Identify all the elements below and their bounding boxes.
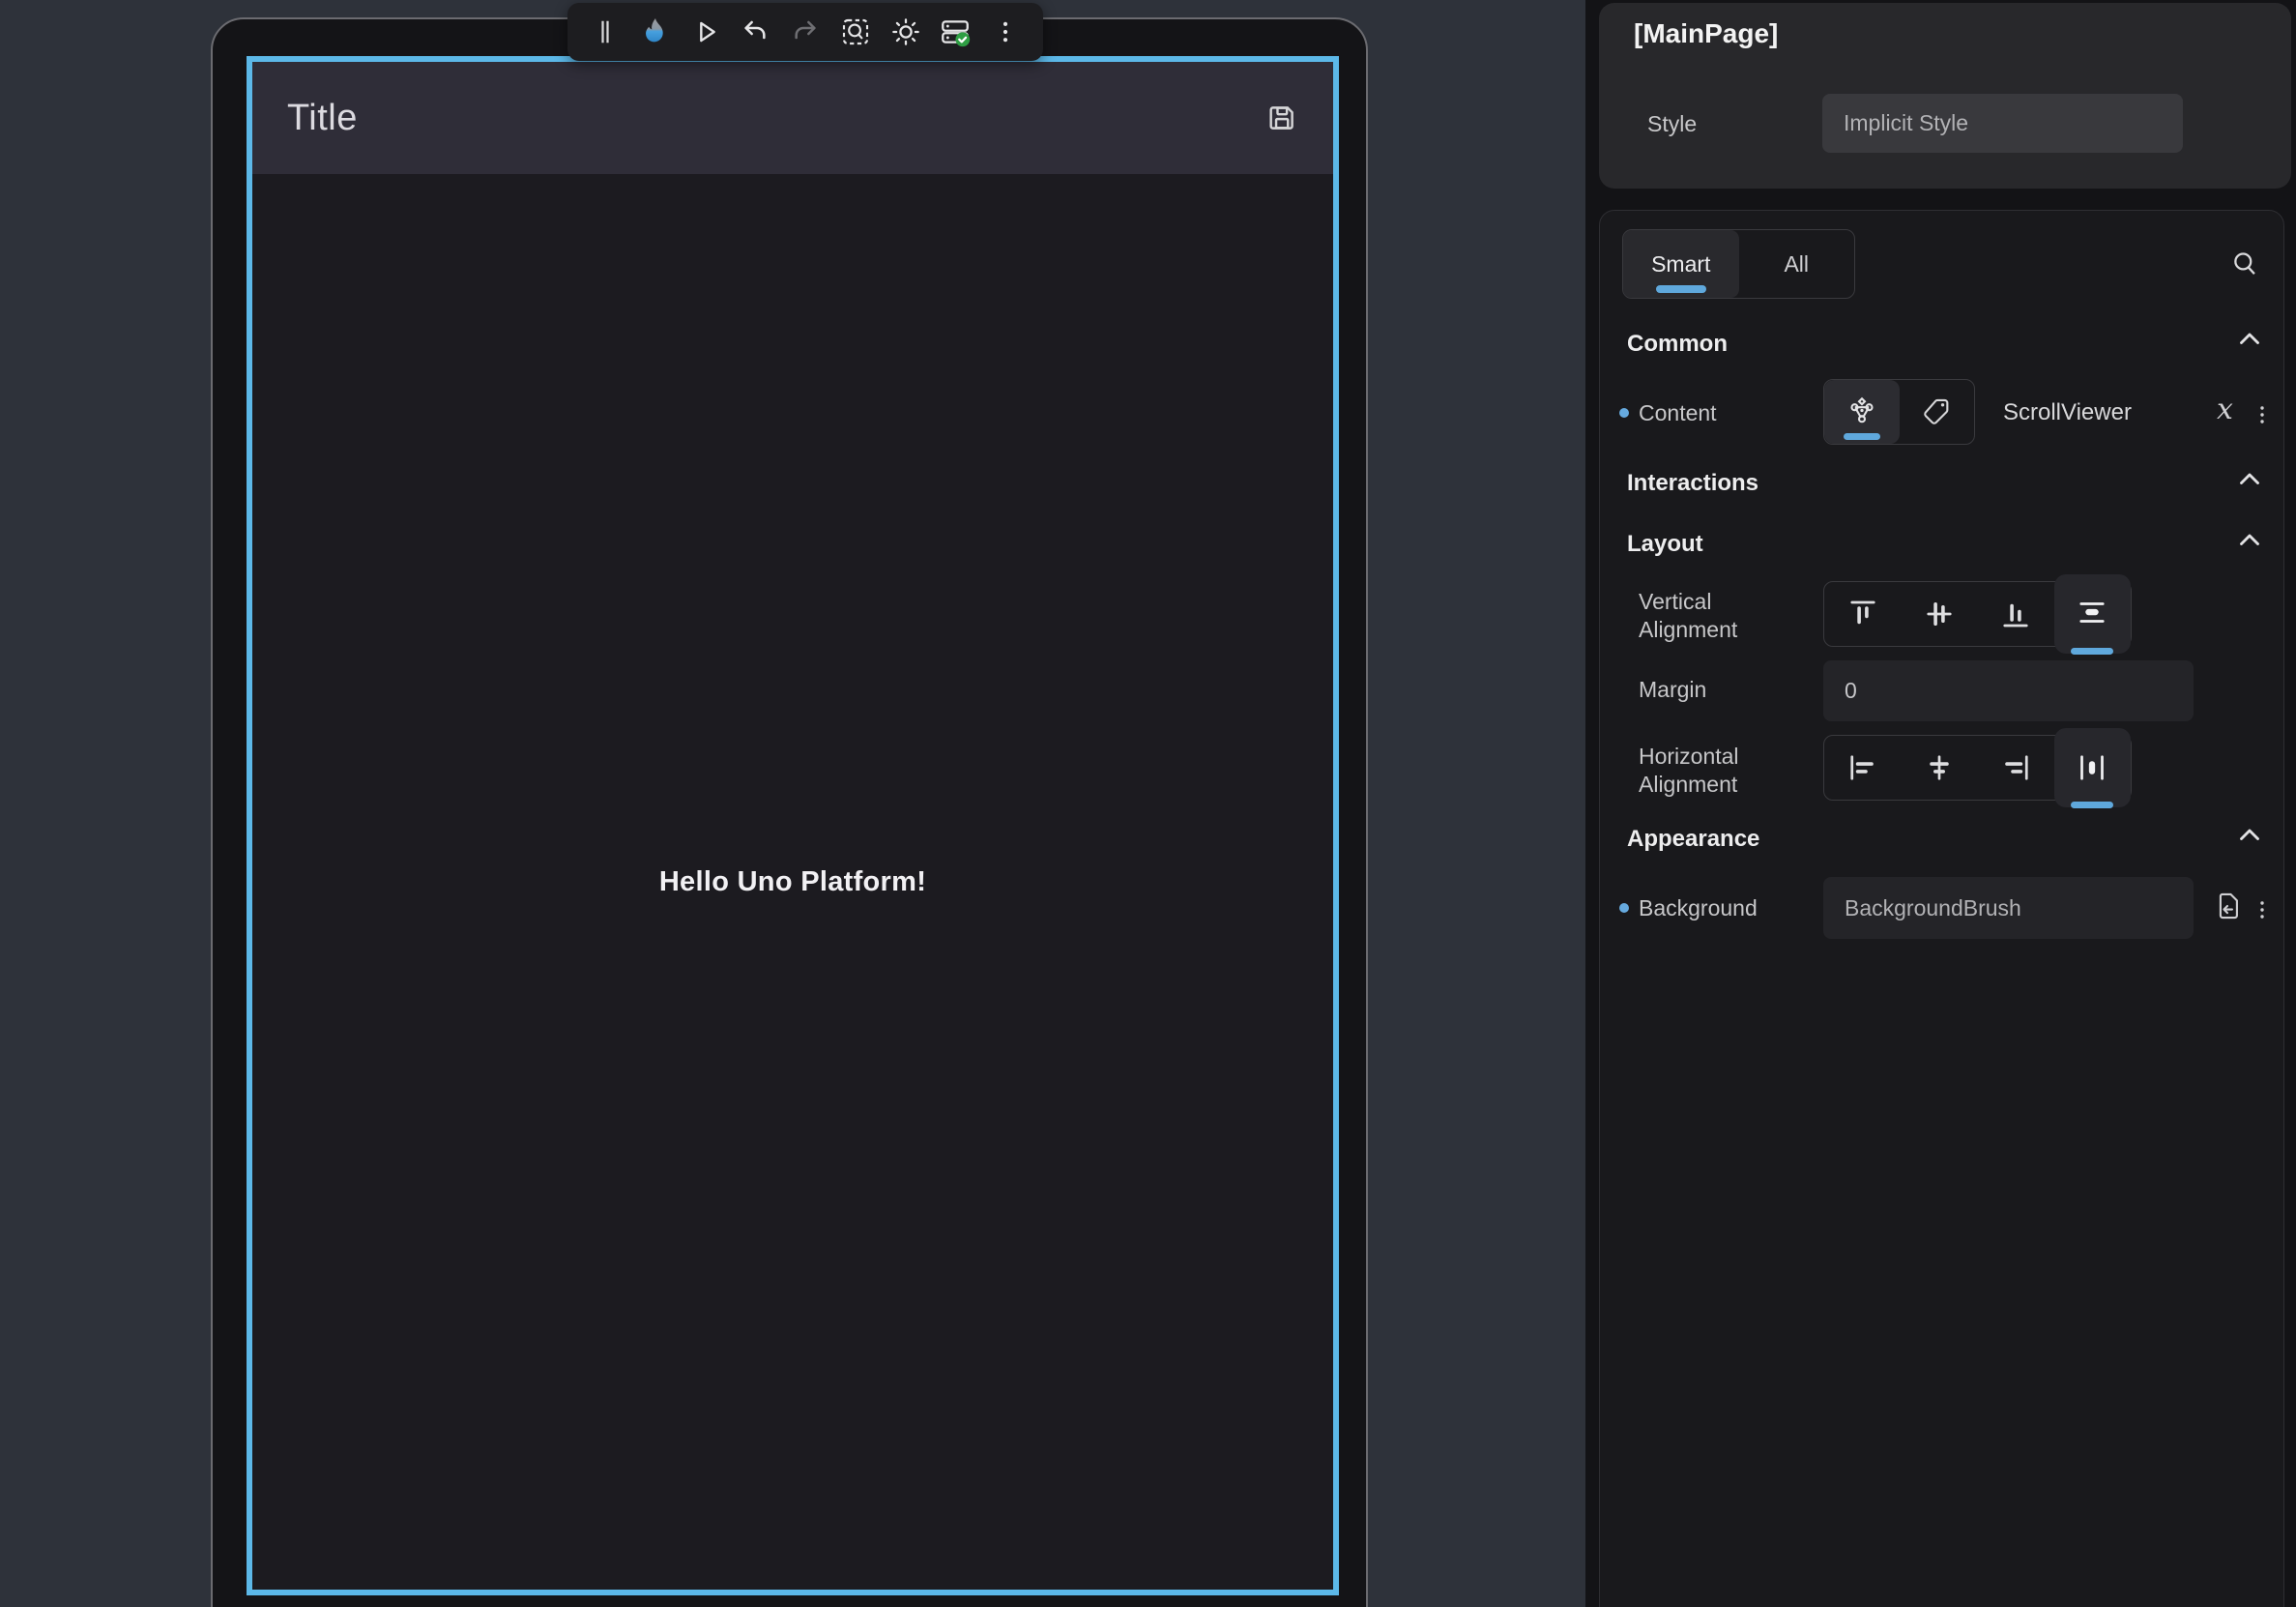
play-icon[interactable] bbox=[683, 10, 728, 54]
halign-left-button[interactable] bbox=[1824, 736, 1901, 800]
vertical-alignment-toggle bbox=[1823, 581, 2132, 647]
modified-dot bbox=[1619, 903, 1629, 913]
theme-sun-icon[interactable] bbox=[884, 10, 928, 54]
content-value[interactable]: ScrollViewer bbox=[2003, 399, 2132, 426]
horizontal-alignment-label: Horizontal Alignment bbox=[1639, 743, 1784, 799]
tab-selected-indicator bbox=[1656, 285, 1706, 293]
search-icon[interactable] bbox=[2228, 248, 2261, 280]
section-appearance[interactable]: Appearance bbox=[1627, 826, 1759, 853]
toggle-selected-indicator bbox=[2071, 802, 2113, 808]
app-titlebar[interactable]: Title bbox=[252, 62, 1333, 174]
halign-center-button[interactable] bbox=[1901, 736, 1977, 800]
tab-smart-label: Smart bbox=[1651, 251, 1710, 278]
more-options-icon[interactable] bbox=[983, 10, 1028, 54]
property-filter-tabs: Smart All bbox=[1622, 229, 1855, 299]
vertical-alignment-label: Vertical Alignment bbox=[1639, 588, 1784, 644]
undo-icon[interactable] bbox=[733, 10, 777, 54]
horizontal-alignment-toggle bbox=[1823, 735, 2132, 801]
selected-element-title: [MainPage] bbox=[1634, 18, 1778, 49]
margin-value: 0 bbox=[1845, 678, 1857, 704]
toggle-selected-indicator bbox=[1844, 433, 1880, 440]
save-icon[interactable] bbox=[1265, 102, 1298, 134]
background-input[interactable]: BackgroundBrush bbox=[1823, 877, 2194, 939]
content-binding-mode-button[interactable] bbox=[1824, 380, 1900, 444]
section-layout[interactable]: Layout bbox=[1627, 531, 1703, 558]
section-common[interactable]: Common bbox=[1627, 331, 1728, 358]
content-more-icon[interactable] bbox=[2246, 398, 2279, 431]
app-page-content[interactable]: Hello Uno Platform! bbox=[252, 174, 1333, 1590]
margin-input[interactable]: 0 bbox=[1823, 660, 2194, 721]
valign-center-button[interactable] bbox=[1901, 582, 1977, 646]
app-title-text: Title bbox=[287, 98, 358, 139]
style-value: Implicit Style bbox=[1844, 110, 1968, 136]
background-value: BackgroundBrush bbox=[1845, 895, 2021, 921]
hot-design-flame-icon[interactable] bbox=[633, 10, 678, 54]
hot-design-window: Title Hello Uno Platform! bbox=[0, 0, 2296, 1607]
properties-body: Smart All Common bbox=[1599, 210, 2284, 1607]
content-mode-toggle bbox=[1823, 379, 1975, 445]
valign-top-button[interactable] bbox=[1824, 582, 1901, 646]
chevron-up-icon[interactable] bbox=[2233, 524, 2266, 557]
margin-label: Margin bbox=[1639, 677, 1706, 703]
section-interactions[interactable]: Interactions bbox=[1627, 470, 1758, 497]
halign-right-button[interactable] bbox=[1978, 736, 2054, 800]
hello-text: Hello Uno Platform! bbox=[659, 866, 926, 898]
style-label: Style bbox=[1647, 111, 1697, 137]
tab-all-label: All bbox=[1784, 251, 1809, 278]
valign-bottom-button[interactable] bbox=[1978, 582, 2054, 646]
content-label: Content bbox=[1639, 400, 1717, 426]
tab-all[interactable]: All bbox=[1739, 230, 1855, 298]
valign-stretch-button[interactable] bbox=[2054, 574, 2131, 654]
grip-handle-icon[interactable] bbox=[583, 10, 627, 54]
content-tag-mode-button[interactable] bbox=[1900, 380, 1975, 444]
toggle-selected-indicator bbox=[2071, 648, 2113, 655]
chevron-up-icon[interactable] bbox=[2233, 463, 2266, 496]
modified-dot bbox=[1619, 408, 1629, 418]
halign-stretch-button[interactable] bbox=[2054, 728, 2131, 807]
background-more-icon[interactable] bbox=[2246, 893, 2279, 926]
devserver-connected-icon[interactable] bbox=[933, 10, 977, 54]
hot-design-toolbar bbox=[567, 3, 1043, 61]
background-label: Background bbox=[1639, 895, 1758, 921]
style-input[interactable]: Implicit Style bbox=[1822, 94, 2183, 153]
markup-x-icon[interactable]: x bbox=[2217, 393, 2233, 426]
chevron-up-icon[interactable] bbox=[2233, 323, 2266, 356]
tab-smart[interactable]: Smart bbox=[1623, 230, 1739, 298]
selection-header-card: [MainPage] Style Implicit Style bbox=[1599, 3, 2291, 189]
element-picker-icon[interactable] bbox=[833, 10, 878, 54]
chevron-up-icon[interactable] bbox=[2233, 819, 2266, 852]
redo-icon bbox=[783, 10, 828, 54]
selected-page-outline[interactable]: Title Hello Uno Platform! bbox=[247, 56, 1339, 1595]
inspector-panel: [MainPage] Style Implicit Style Smart Al… bbox=[1585, 0, 2296, 1607]
resource-document-icon[interactable] bbox=[2211, 890, 2244, 922]
